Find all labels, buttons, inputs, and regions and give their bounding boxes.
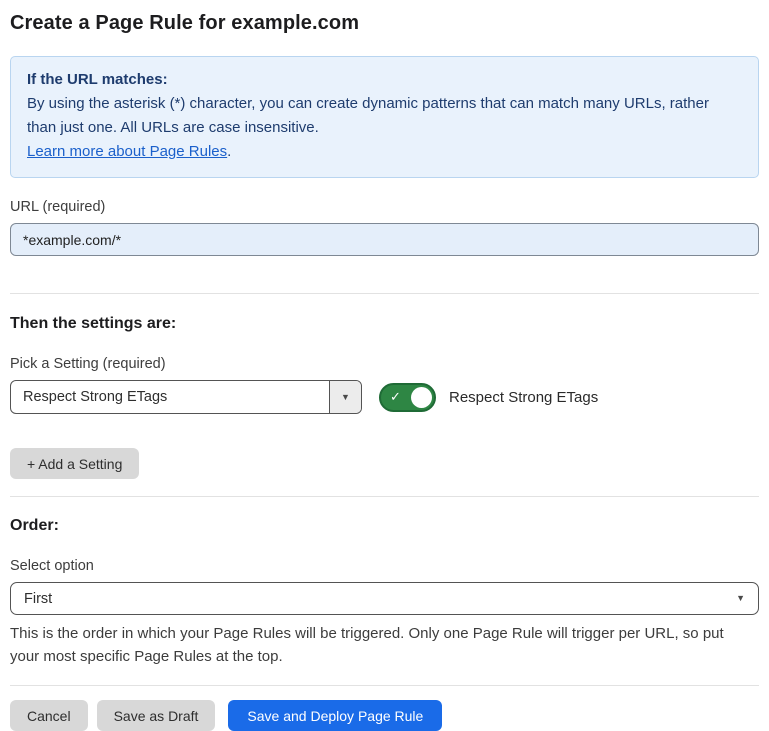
toggle-label: Respect Strong ETags — [449, 389, 598, 406]
page-title: Create a Page Rule for example.com — [10, 12, 759, 35]
save-draft-button[interactable]: Save as Draft — [97, 700, 216, 731]
info-box-link-line: Learn more about Page Rules. — [27, 140, 742, 164]
etags-toggle[interactable]: ✓ — [379, 383, 436, 412]
url-input[interactable] — [10, 223, 759, 256]
setting-select[interactable]: Respect Strong ETags ▼ — [10, 380, 362, 414]
add-setting-button[interactable]: + Add a Setting — [10, 448, 139, 479]
info-box-heading: If the URL matches: — [27, 68, 742, 92]
setting-select-value: Respect Strong ETags — [11, 381, 329, 413]
settings-heading: Then the settings are: — [10, 315, 759, 333]
url-match-info-box: If the URL matches: By using the asteris… — [10, 56, 759, 178]
footer-actions: Cancel Save as Draft Save and Deploy Pag… — [10, 700, 759, 731]
order-heading: Order: — [10, 517, 759, 535]
setting-select-arrow-button[interactable]: ▼ — [329, 381, 361, 413]
divider — [10, 496, 759, 497]
pick-setting-label: Pick a Setting (required) — [10, 356, 759, 372]
setting-row: Respect Strong ETags ▼ ✓ Respect Strong … — [10, 380, 759, 414]
save-deploy-button[interactable]: Save and Deploy Page Rule — [228, 700, 442, 731]
chevron-down-icon: ▼ — [341, 393, 350, 402]
cancel-button[interactable]: Cancel — [10, 700, 88, 731]
order-select-value: First — [24, 591, 52, 607]
check-icon: ✓ — [390, 390, 401, 403]
order-help-text: This is the order in which your Page Rul… — [10, 622, 755, 668]
divider — [10, 293, 759, 294]
url-label: URL (required) — [10, 199, 759, 215]
chevron-down-icon: ▼ — [736, 594, 745, 603]
order-select[interactable]: First ▼ — [10, 582, 759, 615]
learn-more-link[interactable]: Learn more about Page Rules — [27, 143, 227, 160]
info-box-body: By using the asterisk (*) character, you… — [27, 92, 742, 140]
link-period: . — [227, 143, 231, 160]
page-rule-form: Create a Page Rule for example.com If th… — [10, 12, 759, 731]
toggle-knob — [411, 387, 432, 408]
divider — [10, 685, 759, 686]
select-option-label: Select option — [10, 558, 759, 574]
